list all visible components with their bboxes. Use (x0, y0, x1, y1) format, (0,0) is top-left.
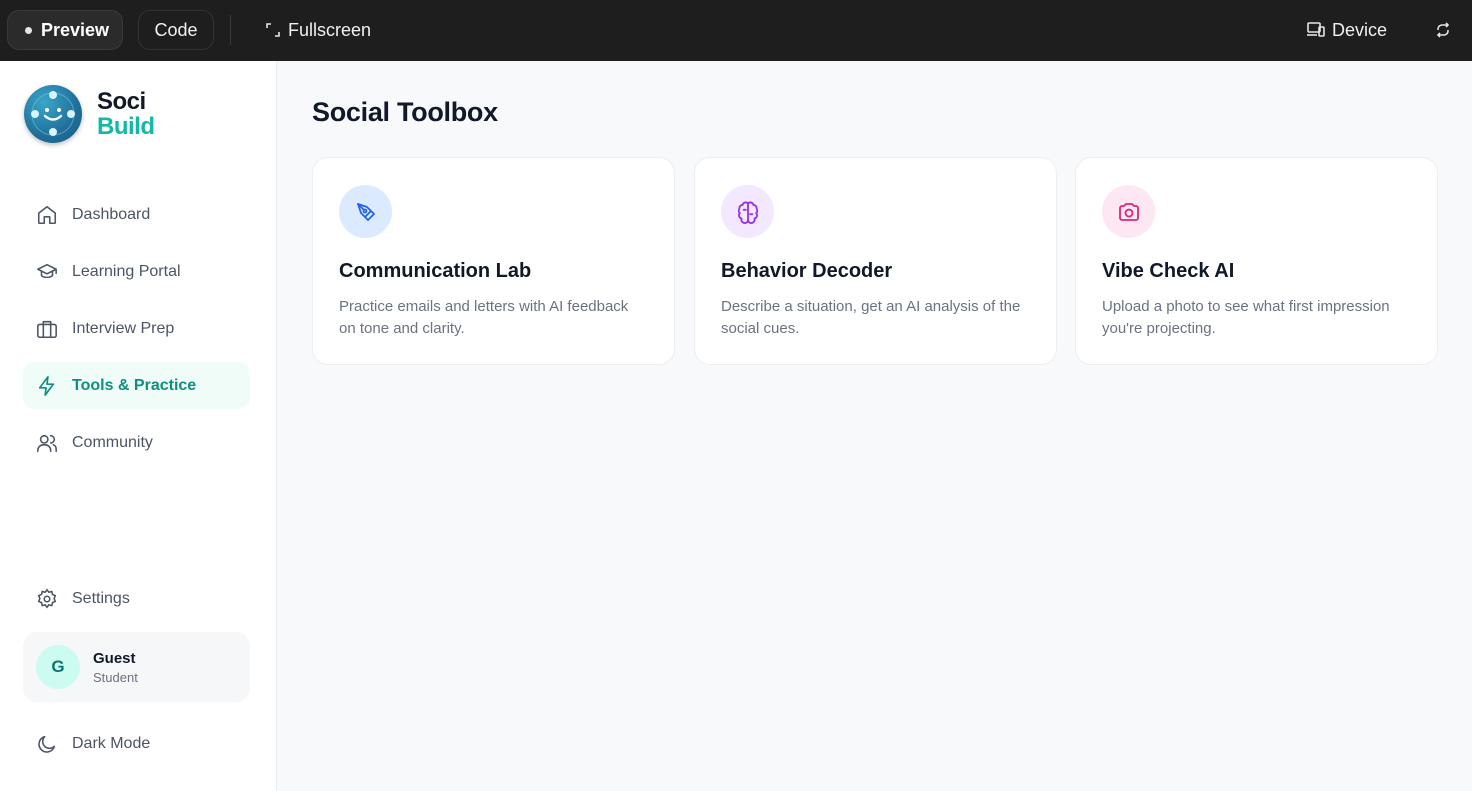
logo-icon (24, 85, 82, 143)
moon-icon (38, 735, 56, 753)
card-title: Behavior Decoder (721, 260, 893, 282)
device-label: Device (1332, 19, 1388, 40)
brand-name-line1: Soci (97, 88, 146, 115)
refresh-icon (1436, 22, 1450, 38)
tool-card-communication-lab[interactable]: Communication Lab Practice emails and le… (312, 157, 675, 365)
avatar: G (36, 645, 80, 689)
code-button[interactable]: Code (138, 10, 214, 50)
sidebar-item-label: Community (72, 433, 153, 451)
graduation-cap-icon (37, 263, 57, 278)
user-name: Guest (93, 649, 136, 667)
expand-icon (266, 23, 280, 37)
refresh-button[interactable] (1430, 10, 1456, 50)
page-title: Social Toolbox (312, 97, 498, 127)
pen-tool-icon (339, 185, 392, 238)
preview-button[interactable]: Preview (7, 10, 123, 50)
dark-mode-label: Dark Mode (72, 734, 151, 752)
sidebar-item-label: Learning Portal (72, 262, 181, 280)
card-description: Practice emails and letters with AI feed… (339, 298, 629, 337)
dark-mode-toggle[interactable]: Dark Mode (23, 720, 250, 767)
sidebar-item-label: Interview Prep (72, 319, 175, 337)
sidebar-item-settings[interactable]: Settings (23, 575, 250, 622)
sidebar-item-label: Tools & Practice (72, 376, 197, 394)
users-icon (37, 434, 57, 452)
card-title: Communication Lab (339, 260, 532, 282)
fullscreen-label: Fullscreen (288, 19, 372, 40)
devices-icon (1307, 22, 1325, 37)
brand-name: Soci Build (97, 89, 155, 139)
user-profile-card[interactable]: G Guest Student (23, 632, 250, 702)
brand-logo[interactable]: Soci Build (24, 85, 155, 143)
card-description: Upload a photo to see what first impress… (1102, 298, 1390, 337)
brain-icon (721, 185, 774, 238)
tool-card-behavior-decoder[interactable]: Behavior Decoder Describe a situation, g… (694, 157, 1057, 365)
preview-toolbar: Preview Code Fullscreen Device (0, 0, 1472, 61)
sidebar-item-dashboard[interactable]: Dashboard (23, 191, 250, 238)
brand-name-line2: Build (97, 113, 155, 140)
sidebar-item-label: Dashboard (72, 205, 151, 223)
card-title: Vibe Check AI (1102, 260, 1235, 282)
tool-card-vibe-check[interactable]: Vibe Check AI Upload a photo to see what… (1075, 157, 1438, 365)
briefcase-icon (37, 320, 57, 338)
toolbar-divider (230, 15, 231, 45)
user-role: Student (93, 669, 138, 685)
gear-icon (37, 588, 57, 609)
home-icon (37, 205, 57, 224)
sidebar-item-interview-prep[interactable]: Interview Prep (23, 305, 250, 352)
sidebar: Soci Build Dashboard Learning Portal Int… (0, 61, 277, 791)
sidebar-item-tools-practice[interactable]: Tools & Practice (23, 362, 250, 409)
code-label: Code (154, 19, 198, 40)
sidebar-item-community[interactable]: Community (23, 419, 250, 466)
status-dot-icon (25, 26, 32, 34)
lightning-icon (38, 375, 55, 396)
card-description: Describe a situation, get an AI analysis… (721, 298, 1021, 337)
preview-label: Preview (41, 19, 110, 40)
device-button[interactable]: Device (1306, 10, 1387, 50)
sidebar-item-learning-portal[interactable]: Learning Portal (23, 248, 250, 295)
fullscreen-button[interactable]: Fullscreen (262, 10, 375, 50)
settings-label: Settings (72, 589, 130, 607)
camera-icon (1102, 185, 1155, 238)
